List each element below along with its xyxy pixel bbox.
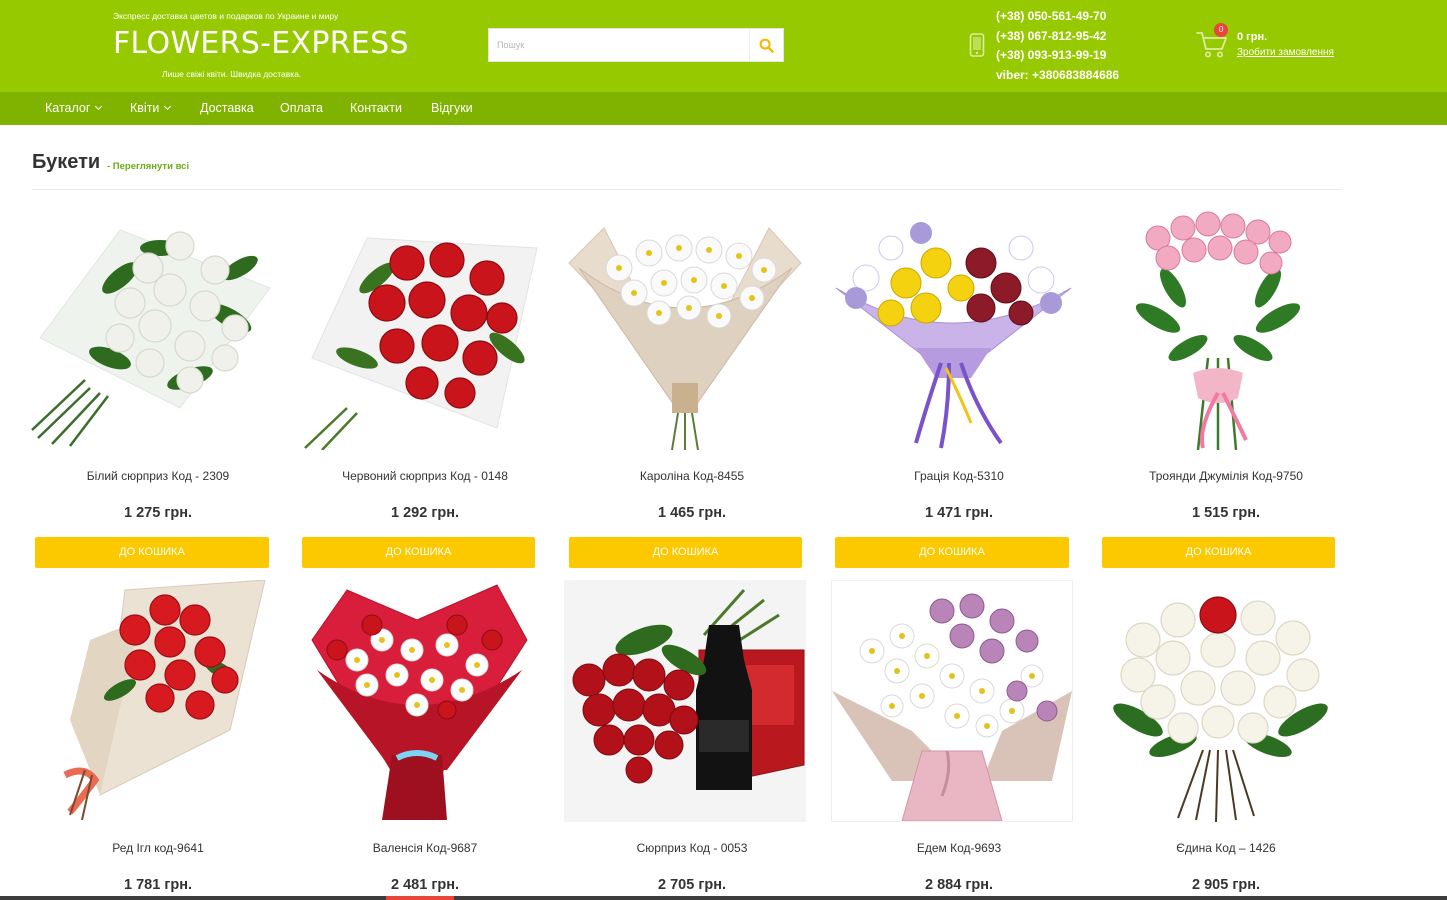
product-name[interactable]: Ред Ігл код-9641 — [30, 841, 286, 855]
header-slogan: Лише свіжі квіти. Швидка доставка. — [162, 69, 302, 79]
product-name[interactable]: Білий сюрприз Код - 2309 — [30, 469, 286, 483]
search-box — [488, 28, 784, 62]
product-price: 2 905 грн. — [1192, 877, 1260, 893]
add-to-cart-button[interactable]: ДО КОШИКА — [35, 537, 269, 568]
add-to-cart-button[interactable]: ДО КОШИКА — [1102, 537, 1335, 568]
product-price: 2 705 грн. — [658, 877, 726, 893]
site-header: Экспресс доставка цветов и подарков по У… — [0, 0, 1447, 92]
product-price: 1 292 грн. — [391, 505, 459, 521]
nav-item-label: Каталог — [45, 101, 91, 115]
product-price: 2 884 грн. — [925, 877, 993, 893]
bottom-toolbar-edge — [0, 896, 1447, 900]
chevron-down-icon — [95, 102, 103, 111]
nav-item-payment[interactable]: Оплата — [280, 92, 323, 125]
product-name[interactable]: Грація Код-5310 — [831, 469, 1087, 483]
nav-item-catalog[interactable]: Каталог — [45, 92, 103, 125]
product-name[interactable]: Червоний сюрприз Код - 0148 — [297, 469, 553, 483]
product-price: 1 465 грн. — [658, 505, 726, 521]
product-name[interactable]: Сюрприз Код - 0053 — [564, 841, 820, 855]
add-to-cart-button[interactable]: ДО КОШИКА — [302, 537, 535, 568]
product-image-red-white-mix[interactable] — [297, 580, 539, 822]
product-name[interactable]: Єдина Код – 1426 — [1098, 841, 1354, 855]
nav-item-reviews[interactable]: Відгуки — [431, 92, 473, 125]
product-name[interactable]: Кароліна Код-8455 — [564, 469, 820, 483]
add-to-cart-button[interactable]: ДО КОШИКА — [569, 537, 802, 568]
main-nav: Каталог Квіти Доставка Оплата Контакти В… — [0, 92, 1447, 125]
product-price: 1 781 грн. — [124, 877, 192, 893]
search-button[interactable] — [749, 29, 783, 61]
product-price: 1 275 грн. — [124, 505, 192, 521]
phone-list: (+38) 050-561-49-70 (+38) 067-812-95-42 … — [996, 7, 1119, 85]
search-icon — [759, 38, 774, 53]
checkout-link[interactable]: Зробити замовлення — [1237, 47, 1334, 58]
cart-total: 0 грн. — [1237, 31, 1268, 43]
product-image-chrysanthemums-kraft[interactable] — [564, 208, 806, 450]
add-to-cart-button[interactable]: ДО КОШИКА — [835, 537, 1069, 568]
product-price: 1 515 грн. — [1192, 505, 1260, 521]
mobile-phone-icon — [969, 33, 985, 57]
product-image-pink-roses[interactable] — [1098, 208, 1340, 450]
phone-number[interactable]: (+38) 093-913-99-19 — [996, 46, 1119, 66]
nav-item-contacts[interactable]: Контакти — [350, 92, 402, 125]
product-name[interactable]: Троянди Джумілія Код-9750 — [1098, 469, 1354, 483]
nav-item-delivery[interactable]: Доставка — [200, 92, 254, 125]
phone-number[interactable]: (+38) 050-561-49-70 — [996, 7, 1119, 27]
view-all-link[interactable]: - Переглянути всі — [107, 161, 189, 172]
site-logo[interactable]: FLOWERS-EXPRESS — [113, 26, 409, 61]
nav-item-label: Квіти — [130, 101, 160, 115]
cart-count-badge: 0 — [1214, 23, 1228, 37]
section-divider — [32, 189, 1342, 190]
product-image-red-roses-kraft[interactable] — [30, 580, 272, 822]
product-price: 2 481 грн. — [391, 877, 459, 893]
chevron-down-icon — [164, 102, 172, 111]
product-image-white-roses[interactable] — [30, 208, 272, 450]
search-input[interactable] — [489, 29, 751, 61]
section-title: Букети — [32, 151, 101, 173]
product-image-red-roses[interactable] — [297, 208, 539, 450]
product-name[interactable]: Валенсія Код-9687 — [297, 841, 553, 855]
phone-number[interactable]: (+38) 067-812-95-42 — [996, 27, 1119, 47]
bottom-accent — [386, 896, 454, 900]
product-image-mixed-chrysanthemums[interactable] — [831, 208, 1073, 450]
product-image-white-roses-red[interactable] — [1098, 580, 1340, 822]
product-image-roses-champagne[interactable] — [564, 580, 806, 822]
nav-item-flowers[interactable]: Квіти — [130, 92, 172, 125]
header-tagline: Экспресс доставка цветов и подарков по У… — [113, 11, 339, 21]
product-name[interactable]: Едем Код-9693 — [831, 841, 1087, 855]
product-image-chrysanthemums-pink[interactable] — [831, 580, 1073, 822]
product-price: 1 471 грн. — [925, 505, 993, 521]
viber-number[interactable]: viber: +380683884686 — [996, 66, 1119, 86]
